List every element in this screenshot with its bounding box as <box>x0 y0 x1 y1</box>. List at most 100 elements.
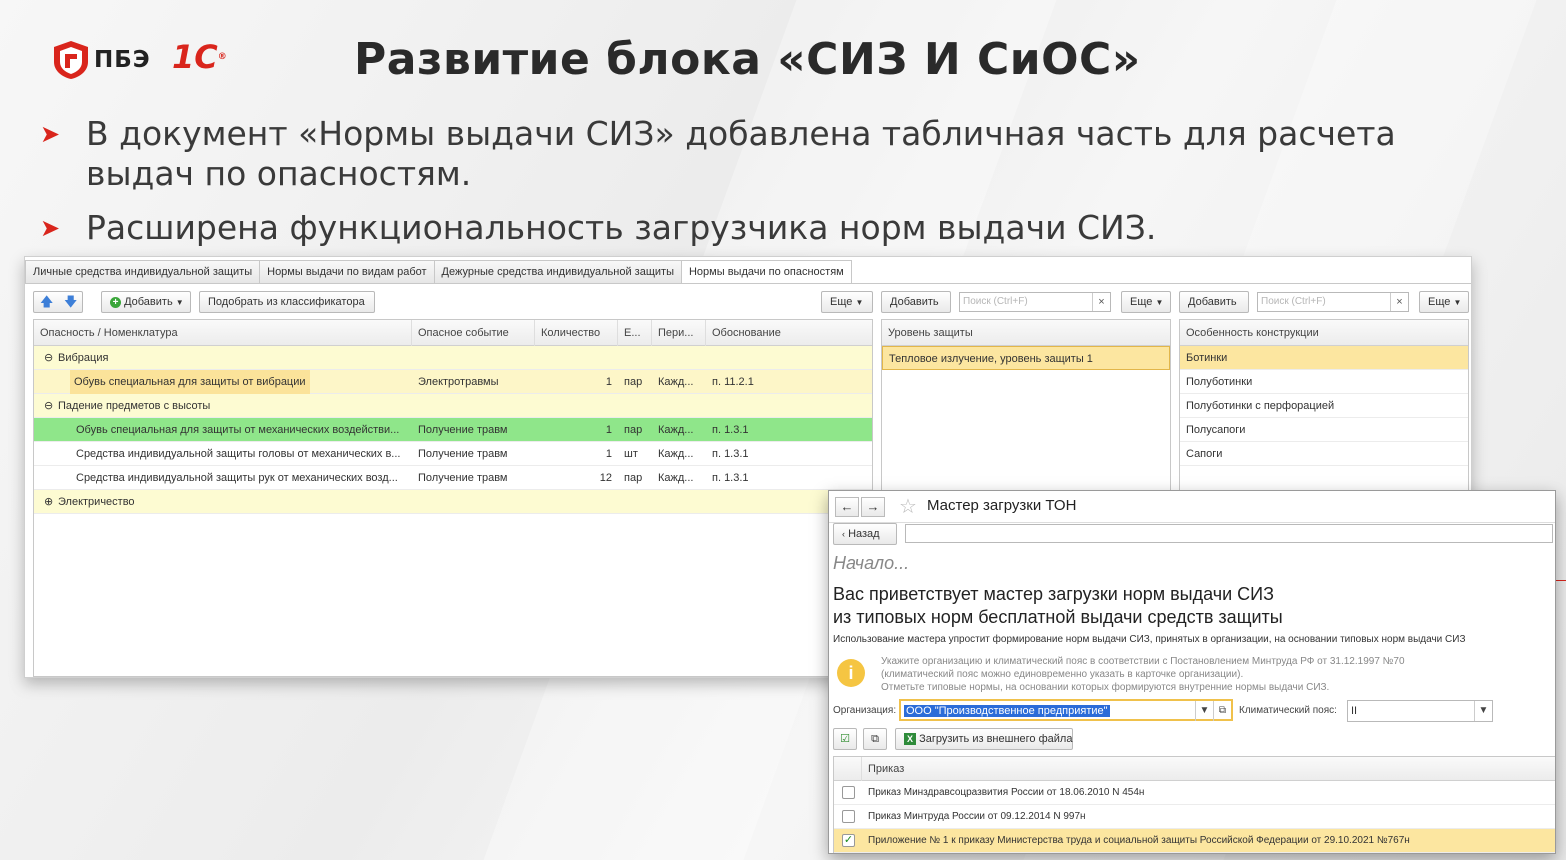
table-row[interactable]: Приказ Минтруда России от 09.12.2014 N 9… <box>834 805 1555 829</box>
table-row[interactable]: Приказ Минздравсоцразвития России от 18.… <box>834 781 1555 805</box>
load-from-file-button[interactable]: X Загрузить из внешнего файла <box>895 728 1073 750</box>
order-checkbox[interactable] <box>842 786 855 799</box>
table-row[interactable]: Полусапоги <box>1180 418 1468 442</box>
move-down-icon[interactable]: 🡇 <box>64 292 77 312</box>
table-header: Особенность конструкции <box>1180 320 1468 346</box>
dropdown-arrow-icon: ▼ <box>1155 298 1164 307</box>
col-hazard[interactable]: Опасность / Номенклатура <box>34 320 412 346</box>
table-row[interactable]: Полуботинки с перфорацией <box>1180 394 1468 418</box>
middle-add-button[interactable]: Добавить <box>881 291 951 313</box>
info-icon: i <box>837 659 865 687</box>
more-label: Еще <box>830 296 853 308</box>
group-name: Падение предметов с высоты <box>58 400 211 412</box>
back-label: Назад <box>848 528 880 540</box>
pbe-logo: ПБЭ <box>52 40 151 80</box>
right-more-button[interactable]: Еще ▼ <box>1419 291 1469 313</box>
col-basis[interactable]: Обоснование <box>706 320 872 346</box>
chevron-left-icon: ‹ <box>842 529 845 539</box>
climate-label: Климатический пояс: <box>1239 705 1337 716</box>
table-row-selected[interactable]: Тепловое излучение, уровень защиты 1 <box>882 346 1170 370</box>
more-button[interactable]: Еще ▼ <box>821 291 873 313</box>
item-name: Средства индивидуальной защиты рук от ме… <box>76 472 398 484</box>
info-text: Укажите организацию и климатический пояс… <box>881 655 1405 694</box>
table-row-selected[interactable]: Ботинки <box>1180 346 1468 370</box>
feature-value: Полуботинки с перфорацией <box>1186 400 1335 412</box>
col-period[interactable]: Пери... <box>652 320 706 346</box>
more-label: Еще <box>1130 296 1153 308</box>
select-all-icon[interactable]: ☑ <box>833 728 857 750</box>
table-row-selected[interactable]: ✓ Приложение № 1 к приказу Министерства … <box>834 829 1555 853</box>
bullet-item: ➤ Расширена функциональность загрузчика … <box>40 208 1440 248</box>
col-protection-level[interactable]: Уровень защиты <box>882 320 1170 346</box>
table-group-row[interactable]: ⊖ Падение предметов с высоты <box>34 394 872 418</box>
hazards-table: Опасность / Номенклатура Опасное событие… <box>33 319 873 677</box>
collapse-icon[interactable]: ⊖ <box>38 394 53 418</box>
order-checkbox[interactable] <box>842 810 855 823</box>
add-green-icon: + <box>110 297 121 308</box>
expand-icon[interactable]: ⊕ <box>38 490 53 514</box>
table-row-selected[interactable]: Обувь специальная для защиты от механиче… <box>34 418 872 442</box>
table-row[interactable]: Полуботинки <box>1180 370 1468 394</box>
orders-table: Приказ Приказ Минздравсоцразвития России… <box>833 756 1555 853</box>
excel-icon: X <box>904 733 916 745</box>
table-group-row[interactable]: ⊖ Вибрация <box>34 346 872 370</box>
organization-label: Организация: <box>833 705 897 716</box>
climate-field[interactable]: II ▼ <box>1347 700 1493 722</box>
item-unit: пар <box>624 376 643 388</box>
group-name: Вибрация <box>58 352 109 364</box>
item-period: Кажд... <box>658 472 694 484</box>
dropdown-arrow-icon[interactable]: ▼ <box>1195 701 1213 721</box>
open-link-icon[interactable]: ⧉ <box>1213 701 1231 721</box>
tab-norms-by-work[interactable]: Нормы выдачи по видам работ <box>259 260 435 284</box>
table-group-row[interactable]: ⊕ Электричество <box>34 490 872 514</box>
tab-duty-ppe[interactable]: Дежурные средства индивидуальной защиты <box>433 260 682 284</box>
table-row[interactable]: Обувь специальная для защиты от вибрации… <box>34 370 872 394</box>
item-period: Кажд... <box>658 376 694 388</box>
bullet-text: Расширена функциональность загрузчика но… <box>86 208 1157 247</box>
item-basis: п. 1.3.1 <box>712 472 749 484</box>
wizard-heading: Вас приветствует мастер загрузки норм вы… <box>833 583 1283 629</box>
add-row-button[interactable]: + Добавить ▼ <box>101 291 191 313</box>
col-construction-feature[interactable]: Особенность конструкции <box>1180 320 1468 346</box>
arrow-bullet-icon: ➤ <box>40 215 61 242</box>
back-button[interactable]: ‹ Назад <box>833 523 897 545</box>
col-order[interactable]: Приказ <box>862 757 1462 781</box>
dropdown-arrow-icon[interactable]: ▼ <box>1474 701 1492 721</box>
add-row-label: Добавить <box>124 296 173 308</box>
tab-norms-by-hazards[interactable]: Нормы выдачи по опасностям <box>680 260 852 284</box>
right-add-button[interactable]: Добавить <box>1179 291 1249 313</box>
climate-value: II <box>1351 705 1358 717</box>
copy-icon[interactable]: ⧉ <box>863 728 887 750</box>
table-header: Приказ <box>834 757 1555 781</box>
table-row[interactable]: Средства индивидуальной защиты головы от… <box>34 442 872 466</box>
bullet-item: ➤ В документ «Нормы выдачи СИЗ» добавлен… <box>40 114 1440 194</box>
feature-value: Сапоги <box>1186 448 1223 460</box>
table-row[interactable]: Средства индивидуальной защиты рук от ме… <box>34 466 872 490</box>
table-row[interactable]: Сапоги <box>1180 442 1468 466</box>
forward-arrow-icon[interactable]: → <box>861 497 885 517</box>
organization-field[interactable]: ООО "Производственное предприятие" ▼ ⧉ <box>899 699 1233 721</box>
middle-more-button[interactable]: Еще ▼ <box>1121 291 1171 313</box>
order-name: Приказ Минздравсоцразвития России от 18.… <box>868 787 1145 798</box>
favorite-star-icon[interactable]: ☆ <box>899 494 917 519</box>
pick-from-classifier-button[interactable]: Подобрать из классификатора <box>199 291 375 313</box>
load-from-file-label: Загрузить из внешнего файла <box>919 733 1073 745</box>
tab-personal-ppe[interactable]: Личные средства индивидуальной защиты <box>25 260 261 284</box>
back-arrow-icon[interactable]: ← <box>835 497 859 517</box>
group-name: Электричество <box>58 496 135 508</box>
middle-search-input[interactable]: Поиск (Ctrl+F) × <box>959 292 1111 312</box>
collapse-icon[interactable]: ⊖ <box>38 346 53 370</box>
clear-search-icon[interactable]: × <box>1092 293 1110 311</box>
right-search-input[interactable]: Поиск (Ctrl+F) × <box>1257 292 1409 312</box>
clear-search-icon[interactable]: × <box>1390 293 1408 311</box>
feature-value: Полусапоги <box>1186 424 1246 436</box>
col-unit[interactable]: Е... <box>618 320 652 346</box>
item-basis: п. 1.3.1 <box>712 448 749 460</box>
order-checkbox-checked[interactable]: ✓ <box>842 834 855 847</box>
feature-value: Ботинки <box>1186 352 1228 364</box>
col-event[interactable]: Опасное событие <box>412 320 535 346</box>
dropdown-arrow-icon: ▼ <box>175 298 184 307</box>
move-up-icon[interactable]: 🡅 <box>40 292 53 312</box>
tab-bar: Личные средства индивидуальной защиты Но… <box>25 260 852 284</box>
col-quantity[interactable]: Количество <box>535 320 618 346</box>
